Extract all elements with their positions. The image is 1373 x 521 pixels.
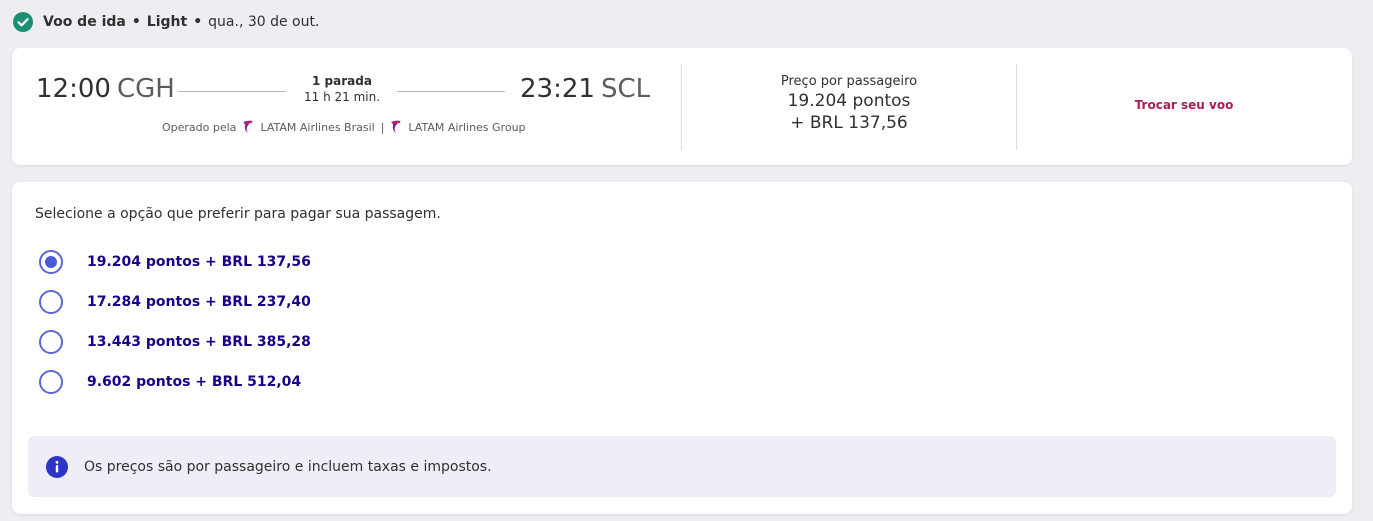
change-flight-link[interactable]: Trocar seu voo bbox=[1017, 98, 1351, 112]
payment-option-label: 17.284 pontos + BRL 237,40 bbox=[87, 294, 311, 310]
info-text: Os preços são por passageiro e incluem t… bbox=[84, 458, 492, 475]
operated-by-label: Operado pela bbox=[162, 120, 237, 134]
check-circle-icon bbox=[13, 12, 33, 32]
separator-dot: • bbox=[131, 14, 141, 30]
payment-option-label: 13.443 pontos + BRL 385,28 bbox=[87, 334, 311, 350]
departure-airport: CGH bbox=[116, 74, 175, 104]
operator-name: LATAM Airlines Brasil bbox=[260, 120, 375, 134]
radio-button[interactable] bbox=[39, 290, 63, 314]
payment-option-label: 9.602 pontos + BRL 512,04 bbox=[87, 374, 302, 390]
flight-date: qua., 30 de out. bbox=[208, 14, 320, 30]
price-label: Preço por passageiro bbox=[780, 74, 918, 89]
price-points: 19.204 pontos bbox=[787, 91, 911, 111]
arrival-airport: SCL bbox=[600, 74, 651, 104]
leg-label: Voo de ida bbox=[43, 14, 126, 30]
payment-option[interactable]: 9.602 pontos + BRL 512,04 bbox=[39, 370, 301, 394]
payment-options-card: Selecione a opção que preferir para paga… bbox=[12, 182, 1352, 514]
price-money: + BRL 137,56 bbox=[790, 113, 908, 133]
operated-by: Operado pela LATAM Airlines Brasil | LAT… bbox=[162, 120, 526, 134]
departure-time: 12:00 bbox=[36, 74, 111, 104]
operator-name: LATAM Airlines Group bbox=[408, 120, 526, 134]
payment-option[interactable]: 19.204 pontos + BRL 137,56 bbox=[39, 250, 311, 274]
payment-option[interactable]: 13.443 pontos + BRL 385,28 bbox=[39, 330, 311, 354]
info-icon bbox=[46, 455, 68, 478]
price-per-passenger: Preço por passageiro 19.204 pontos + BRL… bbox=[682, 74, 1016, 133]
arrival: 23:21 SCL bbox=[520, 74, 650, 104]
departure: 12:00 CGH bbox=[36, 74, 175, 104]
stops-count: 1 parada bbox=[312, 74, 372, 88]
payment-prompt: Selecione a opção que preferir para paga… bbox=[35, 206, 441, 222]
flight-summary-card: 12:00 CGH 1 parada 11 h 21 min. 23:21 SCL … bbox=[12, 48, 1352, 165]
fare-label: Light bbox=[146, 14, 188, 30]
operator-separator: | bbox=[380, 120, 385, 134]
radio-button[interactable] bbox=[39, 330, 63, 354]
route-line bbox=[397, 91, 505, 92]
flight-leg-header: Voo de ida • Light • qua., 30 de out. bbox=[13, 10, 319, 34]
latam-logo-icon bbox=[391, 120, 402, 133]
route-line bbox=[178, 91, 286, 92]
payment-option-label: 19.204 pontos + BRL 137,56 bbox=[87, 254, 311, 270]
arrival-time: 23:21 bbox=[520, 74, 595, 104]
latam-logo-icon bbox=[243, 120, 254, 133]
flight-duration: 11 h 21 min. bbox=[303, 90, 381, 104]
radio-button[interactable] bbox=[39, 370, 63, 394]
payment-option[interactable]: 17.284 pontos + BRL 237,40 bbox=[39, 290, 311, 314]
separator-dot: • bbox=[193, 14, 203, 30]
info-notice: Os preços são por passageiro e incluem t… bbox=[28, 436, 1336, 497]
stops-info: 1 parada 11 h 21 min. bbox=[288, 74, 396, 104]
radio-button-selected[interactable] bbox=[39, 250, 63, 274]
